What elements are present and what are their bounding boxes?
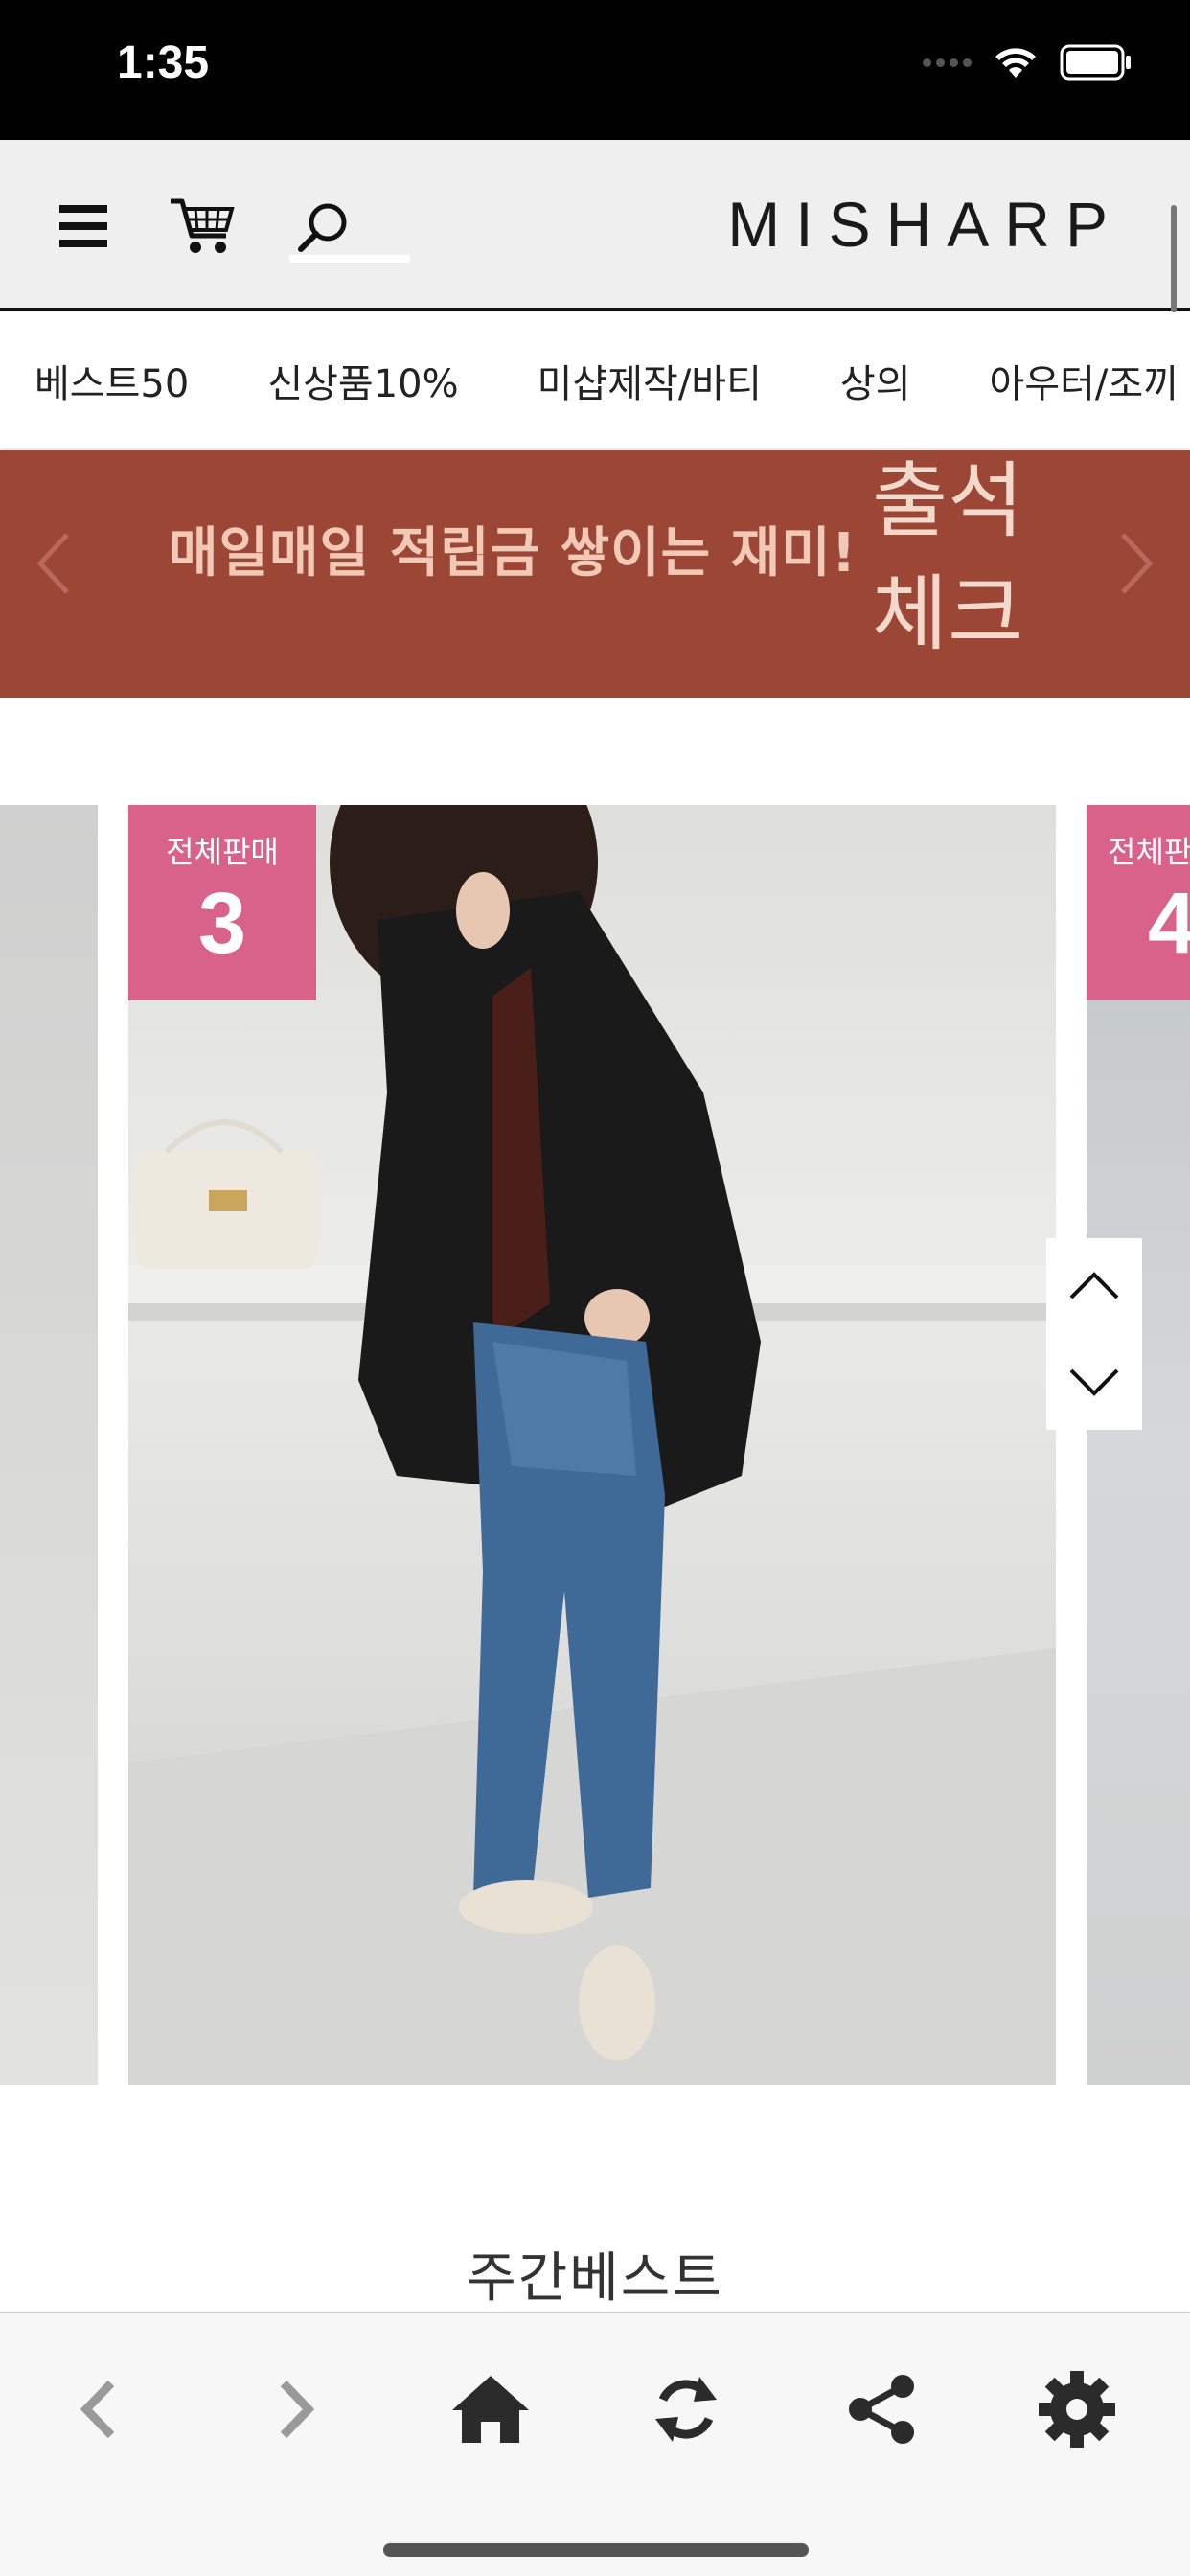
banner-next-icon[interactable] — [1113, 516, 1161, 611]
product-image-main[interactable]: 전체판매 3 — [128, 805, 1056, 2085]
refresh-icon — [655, 2377, 717, 2442]
product-image-prev[interactable] — [0, 805, 98, 2085]
best-product-carousel[interactable]: 전체판매 3 전체판 4 — [0, 805, 1190, 2085]
site-logo[interactable]: MISHARP — [727, 188, 1123, 261]
rank-badge-number: 3 — [197, 876, 247, 972]
back-button[interactable] — [52, 2361, 148, 2457]
scroll-top-button[interactable] — [1046, 1238, 1142, 1334]
category-nav: 베스트50 신상품10% 미샵제작/바티 상의 아우터/조끼 — [0, 313, 1190, 448]
product-image-next[interactable]: 전체판 4 — [1087, 805, 1190, 2085]
category-list: 베스트50 신상품10% 미샵제작/바티 상의 아우터/조끼 — [34, 313, 1190, 448]
share-icon — [849, 2375, 914, 2444]
home-icon — [452, 2376, 529, 2443]
section-title: 주간베스트 — [467, 2247, 723, 2310]
rank-badge-next-number: 4 — [1148, 876, 1190, 972]
rank-badge: 전체판매 3 — [128, 805, 316, 1000]
settings-icon — [1039, 2371, 1115, 2448]
scroll-buttons — [1046, 1238, 1142, 1430]
back-icon — [80, 2380, 115, 2439]
home-indicator[interactable] — [383, 2543, 809, 2557]
status-bar: 1:35 — [0, 0, 1190, 140]
refresh-button[interactable] — [638, 2361, 734, 2457]
rank-badge-next-label: 전체판 — [1108, 834, 1190, 870]
category-item-outer[interactable]: 아우터/조끼 — [990, 353, 1179, 408]
signal-icon — [923, 58, 972, 67]
status-time: 1:35 — [117, 37, 210, 88]
home-button[interactable] — [443, 2361, 538, 2457]
search-input[interactable] — [289, 255, 410, 263]
status-icons — [923, 44, 1133, 80]
site-header: MISHARP — [0, 140, 1190, 310]
cart-icon[interactable] — [169, 196, 236, 257]
category-item-new[interactable]: 신상품10% — [267, 353, 458, 408]
banner-prev-icon[interactable] — [29, 516, 77, 611]
category-item-best50[interactable]: 베스트50 — [34, 353, 189, 408]
chevron-up-icon — [1069, 1272, 1119, 1300]
page-scrollbar[interactable] — [1171, 205, 1177, 312]
banner-text: 매일매일 적립금 쌓이는 재미! — [169, 522, 858, 585]
battery-icon — [1060, 44, 1131, 80]
share-button[interactable] — [834, 2361, 929, 2457]
rank-badge-label: 전체판매 — [166, 834, 279, 870]
menu-icon[interactable] — [59, 205, 107, 247]
forward-button[interactable] — [247, 2361, 343, 2457]
browser-toolbar — [0, 2312, 1190, 2576]
forward-icon — [280, 2380, 315, 2439]
attendance-banner[interactable]: 매일매일 적립금 쌓이는 재미! 출석 체크 — [0, 450, 1190, 698]
wifi-icon — [995, 48, 1036, 78]
scroll-bottom-button[interactable] — [1046, 1334, 1142, 1430]
rank-badge-next: 전체판 4 — [1087, 805, 1190, 1000]
banner-side-line1: 출석 — [872, 453, 1024, 549]
banner-side-text: 출석 체크 — [872, 450, 1023, 671]
chevron-down-icon — [1069, 1368, 1119, 1396]
category-item-tops[interactable]: 상의 — [840, 353, 911, 408]
category-item-misharp-made[interactable]: 미샵제작/바티 — [538, 353, 762, 408]
banner-side-line2: 체크 — [872, 566, 1024, 662]
settings-button[interactable] — [1029, 2361, 1125, 2457]
